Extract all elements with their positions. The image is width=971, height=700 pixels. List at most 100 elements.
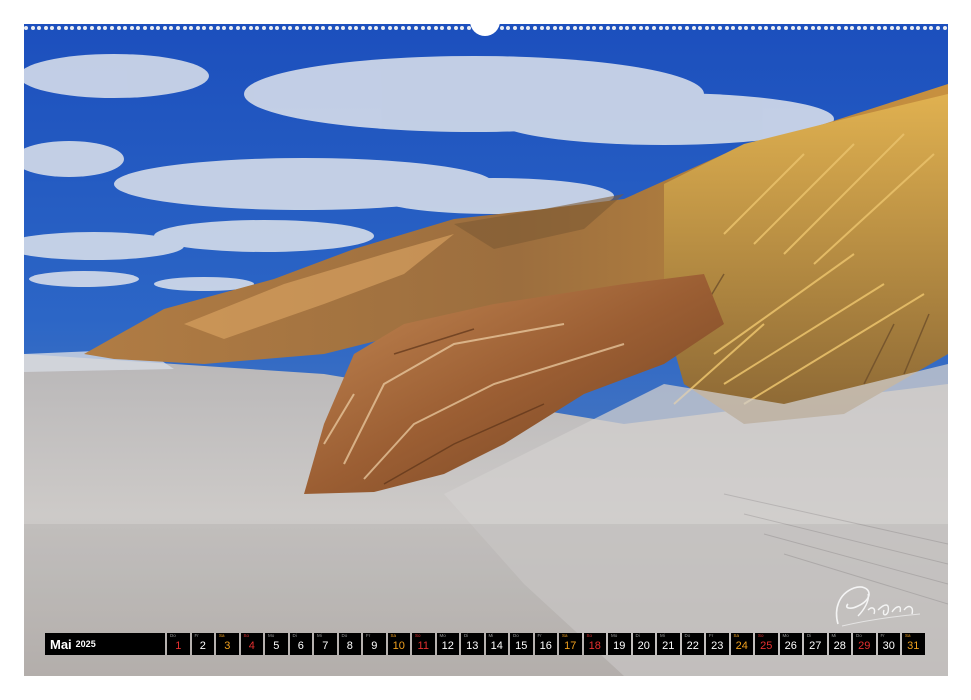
binding-ring bbox=[751, 26, 756, 30]
binding-ring bbox=[136, 26, 141, 30]
weekday-abbrev: Di bbox=[635, 633, 640, 638]
weekday-abbrev: Mi bbox=[488, 633, 494, 638]
calendar-day: Sa 10 bbox=[387, 633, 410, 655]
calendar-day: Mo 19 bbox=[608, 633, 631, 655]
dune-photo bbox=[24, 24, 948, 676]
binding-ring bbox=[546, 26, 551, 30]
binding-ring bbox=[407, 26, 412, 30]
weekday-abbrev: Do bbox=[170, 633, 176, 638]
day-number: 4 bbox=[248, 640, 255, 652]
day-number: 7 bbox=[322, 640, 329, 652]
binding-ring bbox=[678, 26, 683, 30]
calendar-day: Mo 12 bbox=[436, 633, 459, 655]
binding-ring bbox=[916, 26, 921, 30]
binding-ring bbox=[889, 26, 894, 30]
binding-ring bbox=[704, 26, 709, 30]
binding-ring bbox=[215, 26, 220, 30]
weekday-abbrev: So bbox=[243, 633, 250, 638]
binding-ring bbox=[671, 26, 676, 30]
binding-ring bbox=[103, 26, 108, 30]
binding-ring bbox=[209, 26, 214, 30]
calendar-day: Sa 3 bbox=[216, 633, 239, 655]
calendar-day: So 4 bbox=[240, 633, 263, 655]
weekday-abbrev: Di bbox=[807, 633, 812, 638]
day-number: 25 bbox=[760, 640, 773, 652]
day-number: 3 bbox=[224, 640, 231, 652]
binding-ring bbox=[169, 26, 174, 30]
weekday-abbrev: Mo bbox=[782, 633, 789, 638]
weekday-abbrev: Sa bbox=[562, 633, 568, 638]
binding-ring bbox=[883, 26, 888, 30]
binding-ring bbox=[499, 26, 504, 30]
binding-ring bbox=[460, 26, 465, 30]
weekday-abbrev: So bbox=[415, 633, 421, 638]
binding-ring bbox=[903, 26, 908, 30]
binding-ring bbox=[565, 26, 570, 30]
binding-ring bbox=[255, 26, 260, 30]
binding-ring bbox=[162, 26, 167, 30]
binding-ring bbox=[698, 26, 703, 30]
binding-ring bbox=[453, 26, 458, 30]
binding-ring bbox=[896, 26, 901, 30]
binding-ring bbox=[380, 26, 385, 30]
binding-ring bbox=[612, 26, 617, 30]
binding-ring bbox=[361, 26, 366, 30]
binding-ring bbox=[784, 26, 789, 30]
day-number: 19 bbox=[613, 640, 626, 652]
day-number: 17 bbox=[564, 640, 577, 652]
binding-ring bbox=[50, 26, 55, 30]
binding-ring bbox=[347, 26, 352, 30]
binding-ring bbox=[321, 26, 326, 30]
binding-ring bbox=[519, 26, 524, 30]
binding-ring bbox=[850, 26, 855, 30]
binding-ring bbox=[506, 26, 511, 30]
binding-ring bbox=[447, 26, 451, 30]
binding-ring bbox=[572, 26, 577, 30]
day-number: 24 bbox=[735, 640, 748, 652]
binding-ring bbox=[691, 26, 696, 30]
binding-ring bbox=[532, 26, 537, 30]
binding-ring bbox=[658, 26, 663, 30]
binding-ring bbox=[420, 26, 425, 30]
calendar-day: Do 15 bbox=[510, 633, 533, 655]
binding-ring bbox=[83, 26, 88, 30]
binding-ring bbox=[37, 26, 42, 30]
month-name: Mai bbox=[50, 636, 72, 652]
day-number: 8 bbox=[346, 640, 353, 652]
day-number: 29 bbox=[858, 640, 871, 652]
weekday-abbrev: So bbox=[758, 633, 764, 638]
weekday-abbrev: Mi bbox=[660, 633, 665, 638]
calendar-day: Fr 23 bbox=[706, 633, 729, 655]
calendar-day: Sa 17 bbox=[559, 633, 582, 655]
binding-ring bbox=[929, 26, 934, 30]
binding-ring bbox=[328, 26, 333, 30]
binding-ring bbox=[76, 26, 81, 30]
binding-ring bbox=[354, 26, 359, 30]
binding-ring bbox=[711, 26, 716, 30]
weekday-abbrev: Fr bbox=[194, 633, 199, 638]
binding-ring bbox=[651, 26, 656, 30]
day-number: 1 bbox=[175, 640, 182, 652]
calendar-day: Do 22 bbox=[681, 633, 704, 655]
binding-ring bbox=[314, 26, 319, 30]
weekday-abbrev: Mo bbox=[611, 633, 618, 638]
binding-ring bbox=[281, 26, 286, 30]
binding-ring bbox=[301, 26, 306, 30]
binding-ring bbox=[942, 26, 947, 30]
photographer-signature bbox=[835, 586, 921, 627]
calendar-page: Mai 2025 Do 1 Fr 2 Sa 3 So 4 Mo 5 Di 6 Mi 7 Do 8 Fr 9 Sa 10… bbox=[0, 0, 971, 700]
weekday-abbrev: Sa bbox=[733, 633, 740, 638]
day-number: 27 bbox=[809, 640, 822, 652]
binding-ring bbox=[341, 26, 346, 30]
binding-ring bbox=[618, 26, 623, 30]
day-number: 9 bbox=[371, 640, 378, 652]
binding-ring bbox=[427, 26, 432, 30]
calendar-day: Mo 26 bbox=[779, 633, 802, 655]
binding-ring bbox=[876, 26, 881, 30]
binding-ring bbox=[585, 26, 590, 30]
day-number: 31 bbox=[907, 640, 920, 652]
binding-ring bbox=[70, 26, 75, 30]
binding-ring bbox=[109, 26, 114, 30]
binding-ring bbox=[717, 26, 722, 30]
binding-ring bbox=[605, 26, 610, 30]
